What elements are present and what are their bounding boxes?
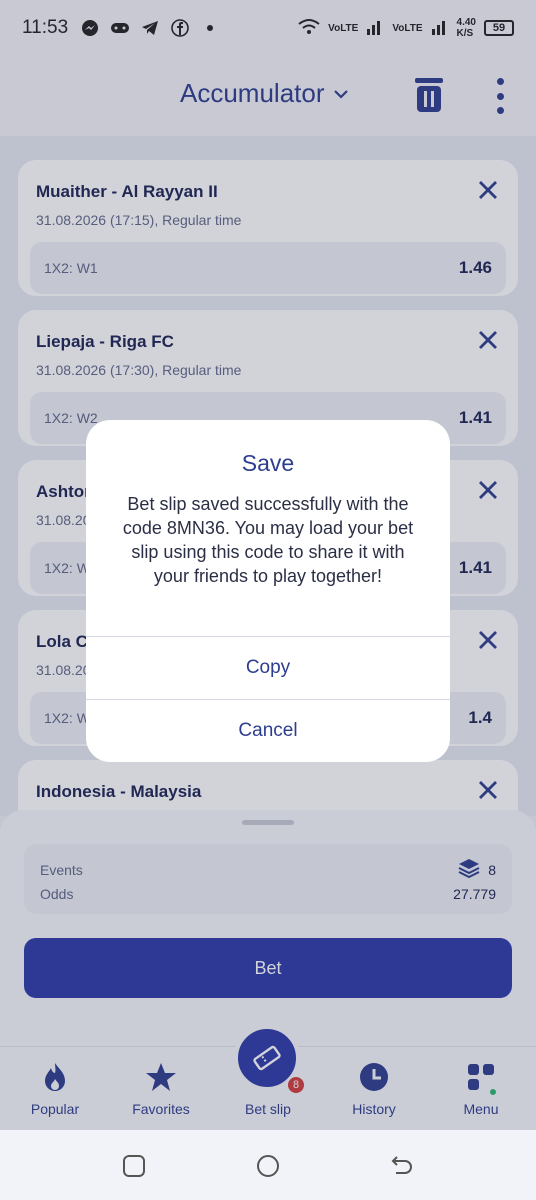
dialog-message: Bet slip saved successfully with the cod… <box>122 494 414 586</box>
home-icon[interactable] <box>254 1152 282 1180</box>
copy-button[interactable]: Copy <box>86 637 450 699</box>
dialog-title: Save <box>241 450 295 476</box>
system-navigation-bar <box>0 1130 536 1200</box>
recent-apps-icon[interactable] <box>120 1152 148 1180</box>
cancel-button[interactable]: Cancel <box>86 700 450 762</box>
back-icon[interactable] <box>388 1152 416 1180</box>
save-dialog: Save Bet slip saved successfully with th… <box>86 420 450 762</box>
